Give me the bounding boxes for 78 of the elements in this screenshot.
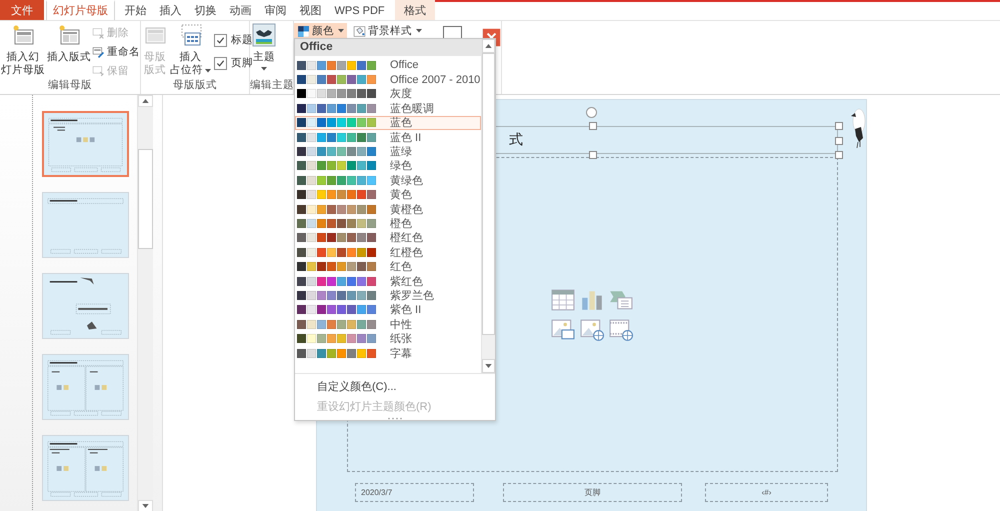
group-label: 编辑母版	[47, 79, 93, 93]
ribbon-tab[interactable]: 审阅	[258, 0, 293, 20]
color-scheme-option[interactable]: 紫色 II	[295, 302, 482, 318]
ribbon-tab[interactable]: 格式	[395, 0, 436, 20]
color-scheme-option[interactable]: 灰度	[295, 86, 482, 102]
menu-item[interactable]: 自定义颜色(C)...	[317, 376, 396, 396]
down-arrow-icon	[142, 504, 149, 508]
color-scheme-option[interactable]: Office	[295, 58, 482, 72]
color-scheme-option[interactable]: 橙红色	[295, 230, 482, 246]
slide-thumbnail[interactable]	[42, 435, 129, 501]
checkbox-label[interactable]: 标题	[231, 33, 253, 47]
checkbox-label[interactable]: 页脚	[231, 56, 253, 70]
ribbon-tab[interactable]: 文件	[0, 0, 44, 20]
dropdown-button[interactable]: 颜色	[294, 23, 347, 39]
ribbon-tab[interactable]: 视图	[293, 0, 328, 20]
resize-handle[interactable]	[589, 122, 597, 130]
color-scheme-option[interactable]: 蓝色暖调	[295, 101, 482, 116]
bar-chart-icon[interactable]	[580, 288, 604, 310]
color-scheme-option[interactable]: Office 2007 - 2010	[295, 72, 482, 87]
date-placeholder[interactable]: 2020/3/7	[355, 483, 474, 502]
color-scheme-option[interactable]: 蓝色	[295, 116, 482, 130]
color-scheme-option[interactable]: 中性	[295, 317, 482, 332]
color-scheme-option[interactable]: 字幕	[295, 346, 482, 360]
color-scheme-option[interactable]: 红色	[295, 259, 482, 274]
slide-thumbnail[interactable]	[42, 273, 129, 339]
color-scheme-option[interactable]: 黄绿色	[295, 173, 482, 188]
up-arrow-icon	[142, 99, 149, 103]
scroll-down-button[interactable]	[482, 359, 495, 373]
table-icon[interactable]	[550, 288, 574, 310]
scrollbar-thumb[interactable]	[482, 53, 495, 335]
group-label: 编辑主题	[250, 79, 293, 93]
ribbon-button[interactable]: 插入版式	[46, 23, 92, 64]
up-arrow-icon	[485, 44, 492, 48]
ribbon-button[interactable]: 插入幻 灯片母版	[0, 23, 46, 77]
color-scheme-option[interactable]: 橙色	[295, 216, 482, 231]
footer-text: 页脚	[584, 487, 600, 498]
menu-section-header: Office	[295, 39, 482, 56]
color-scheme-option[interactable]: 纸张	[295, 331, 482, 346]
ribbon-tab[interactable]: 幻灯片母版	[46, 0, 115, 20]
ribbon-button[interactable]: 插入 占位符	[169, 23, 212, 77]
slide-number-text: ‹#›	[762, 488, 772, 497]
rotate-handle[interactable]	[586, 107, 597, 118]
image-globe-icon[interactable]	[580, 318, 604, 340]
rename-icon	[92, 46, 105, 58]
color-scheme-option[interactable]: 紫罗兰色	[295, 288, 482, 303]
slide-delete-icon	[92, 26, 105, 40]
color-scheme-option[interactable]: 绿色	[295, 158, 482, 174]
color-scheme-option[interactable]: 黄色	[295, 188, 482, 202]
image-icon[interactable]	[550, 318, 574, 340]
ribbon-tab[interactable]: 切换	[188, 0, 223, 20]
title-text: 式	[509, 131, 526, 149]
color-scheme-option[interactable]: 红橙色	[295, 245, 482, 260]
ribbon-tab[interactable]: 插入	[153, 0, 188, 20]
scroll-up-button[interactable]	[482, 39, 495, 53]
scrollbar-thumb[interactable]	[138, 149, 153, 249]
date-text: 2020/3/7	[361, 488, 392, 497]
resize-grip-icon[interactable]	[387, 417, 403, 420]
group-label: 母版版式	[172, 79, 218, 93]
slide-thumbnail[interactable]	[42, 192, 129, 258]
resize-handle[interactable]	[589, 151, 597, 159]
scroll-up-button[interactable]	[138, 95, 153, 107]
slide-thumbnail[interactable]	[42, 354, 129, 420]
video-globe-icon[interactable]	[608, 318, 632, 340]
color-scheme-option[interactable]: 紫红色	[295, 274, 482, 288]
diagram-icon[interactable]	[608, 288, 632, 310]
footer-placeholder[interactable]: 页脚	[503, 483, 682, 502]
scroll-down-button[interactable]	[138, 500, 153, 511]
checkbox[interactable]	[214, 34, 227, 46]
ribbon-tab[interactable]: 动画	[223, 0, 258, 20]
slide-thumbnail[interactable]	[42, 111, 129, 177]
down-arrow-icon	[485, 364, 492, 368]
ribbon-tab[interactable]: WPS PDF	[328, 0, 392, 20]
ribbon-tab[interactable]: 开始	[118, 0, 153, 20]
slide-number-placeholder[interactable]: ‹#›	[705, 483, 828, 502]
ribbon-button[interactable]: 重命名	[92, 44, 140, 60]
theme-icon	[251, 23, 277, 47]
color-scheme-option[interactable]: 黄橙色	[295, 202, 482, 216]
checkbox[interactable]	[214, 56, 227, 70]
